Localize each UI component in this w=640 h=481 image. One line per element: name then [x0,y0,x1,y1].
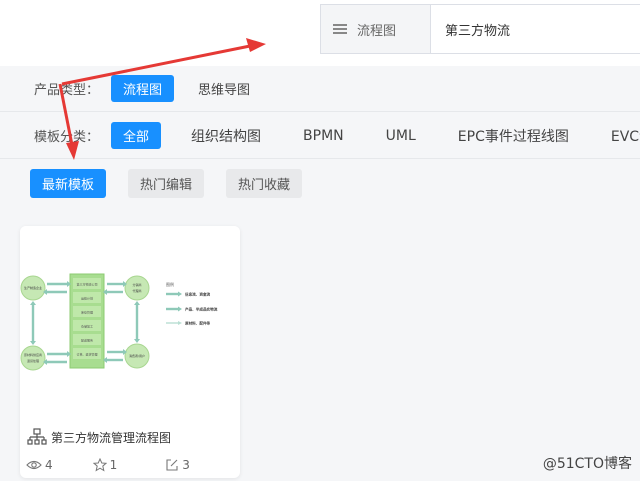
filter-panel: 产品类型： 流程图 思维导图 模板分类： 全部 组织结构图 BPMN UML E… [0,66,640,212]
search-type-label: 流程图 [357,23,397,39]
template-thumbnail[interactable]: 第三方物流公司 运输计划 库存管理 仓储加工 配送服务 订单、退货管理 生产制造… [20,226,240,422]
card-stats: 4 1 3 [26,458,226,472]
center-text: 订单、退货管理 [76,352,97,357]
top-bar: 流程图 [0,0,640,66]
search-group: 流程图 [320,4,640,54]
tab-hot-favorite[interactable]: 热门收藏 [226,168,303,198]
template-category-row: 模板分类： 全部 组织结构图 BPMN UML EPC事件过程线图 EVC企业 [0,113,640,159]
stars-count: 1 [109,458,118,472]
edits-stat[interactable]: 3 [165,458,190,472]
legend-arrow [178,321,182,325]
center-text: 第三方物流公司 [76,282,97,287]
tab-latest[interactable]: 最新模板 [30,168,107,198]
views-count: 4 [45,458,53,472]
card-title-row[interactable]: 第三方物流管理流程图 [27,428,171,446]
category-all[interactable]: 全部 [111,122,162,149]
product-type-flowchart[interactable]: 流程图 [111,75,175,102]
legend-text: 信息流、资金流 [185,292,211,297]
views-stat: 4 [26,458,53,472]
node-distributor [124,275,150,301]
flowchart-preview: 第三方物流公司 运输计划 库存管理 仓储加工 配送服务 订单、退货管理 生产制造… [20,273,218,371]
legend-text: 产品、半成品实物流 [185,307,218,312]
eye-icon [26,460,42,470]
node-label: 代理商 [132,288,141,293]
node-supplier [20,345,46,371]
category-bpmn[interactable]: BPMN [291,124,356,148]
stars-stat[interactable]: 1 [92,458,118,472]
legend-arrow [178,306,182,312]
product-type-mindmap[interactable]: 思维导图 [186,75,262,102]
card-title: 第三方物流管理流程图 [51,430,172,445]
category-epc[interactable]: EPC事件过程线图 [446,122,581,150]
edits-count: 3 [182,458,190,472]
center-text: 运输计划 [81,296,93,301]
center-text: 库存管理 [81,310,93,315]
node-label: 退货处理 [27,358,39,363]
node-label: 消费者/用户 [129,353,145,358]
template-category-label: 模板分类： [34,130,100,145]
node-label: 分销商 [132,282,141,287]
center-text: 仓储加工 [81,324,93,329]
category-org-chart[interactable]: 组织结构图 [179,122,273,150]
search-input[interactable] [431,5,640,53]
org-chart-icon [27,428,47,445]
sort-tabs: 最新模板 热门编辑 热门收藏 [0,160,640,206]
legend-arrow [178,291,182,297]
star-icon [92,458,107,472]
category-uml[interactable]: UML [374,124,428,148]
legend-text: 原材料、配件等 [185,321,211,326]
legend-title: 图例 [166,281,174,287]
watermark: @51CTO博客 [542,456,632,472]
product-type-row: 产品类型： 流程图 思维导图 [0,66,640,112]
menu-icon [333,24,347,34]
product-type-label: 产品类型： [34,83,100,98]
center-text: 配送服务 [81,338,93,343]
node-label: 原材料供应商 [24,352,42,357]
tab-hot-edit[interactable]: 热门编辑 [128,168,205,198]
search-type-select[interactable]: 流程图 [321,5,431,53]
template-card[interactable]: 第三方物流公司 运输计划 库存管理 仓储加工 配送服务 订单、退货管理 生产制造… [20,226,240,478]
node-label: 生产制造企业 [24,285,42,290]
edit-icon [166,459,178,471]
category-evc[interactable]: EVC企业 [599,122,640,150]
